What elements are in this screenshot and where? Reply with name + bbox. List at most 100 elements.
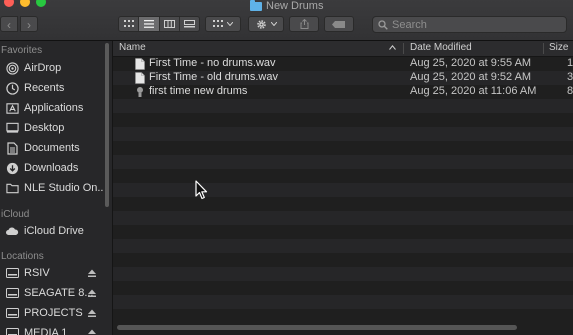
airdrop-icon (5, 61, 19, 75)
eject-icon[interactable] (87, 328, 97, 335)
sidebar-item-desktop[interactable]: Desktop (5, 119, 103, 137)
table-row[interactable]: First Time - no drums.wav Aug 25, 2020 a… (113, 57, 573, 71)
file-name: First Time - no drums.wav (149, 57, 276, 69)
desktop-icon (5, 121, 19, 135)
sidebar-item-airdrop[interactable]: AirDrop (5, 59, 103, 77)
chevron-down-icon (227, 22, 233, 26)
sidebar-item-label: Recents (24, 82, 65, 94)
empty-row (113, 309, 573, 323)
file-date: Aug 25, 2020 at 9:52 AM (410, 71, 532, 83)
empty-row (113, 295, 573, 309)
icon-view-button[interactable] (119, 17, 140, 31)
minimize-button[interactable] (20, 0, 30, 7)
empty-row (113, 183, 573, 197)
gallery-view-icon (183, 20, 195, 28)
sidebar-item-applications[interactable]: Applications (5, 99, 103, 117)
group-by-button[interactable] (205, 16, 241, 32)
empty-row (113, 225, 573, 239)
drive-icon (5, 326, 19, 335)
zoom-button[interactable] (36, 0, 46, 7)
folder-icon (250, 0, 262, 11)
horizontal-scrollbar[interactable] (117, 325, 517, 330)
file-size: 3 (567, 71, 573, 83)
column-name[interactable]: Name (119, 42, 146, 53)
empty-row (113, 99, 573, 113)
sidebar-item-label: AirDrop (24, 62, 62, 74)
sidebar-item-label: NLE Studio On... (24, 182, 103, 194)
window-title-text: New Drums (266, 0, 324, 12)
chevron-left-icon: ‹ (7, 18, 11, 32)
sidebar-section-locations: Locations (1, 251, 44, 262)
file-date: Aug 25, 2020 at 11:06 AM (410, 85, 537, 97)
file-date: Aug 25, 2020 at 9:55 AM (410, 57, 532, 69)
eject-icon[interactable] (87, 268, 97, 278)
sidebar-scrollbar[interactable] (105, 43, 109, 207)
audio-file-icon (135, 72, 145, 84)
sidebar-item-label: RSIV (24, 267, 50, 279)
sidebar-item-label: Applications (24, 102, 84, 114)
toolbar: New Drums ‹ › (0, 0, 573, 41)
sidebar-item-recents[interactable]: Recents (5, 79, 103, 97)
empty-row (113, 113, 573, 127)
sidebar-item-label: PROJECTS (24, 307, 83, 319)
list-view-button[interactable] (139, 17, 160, 31)
empty-row (113, 281, 573, 295)
column-size[interactable]: Size (549, 42, 568, 53)
sidebar-item-label: iCloud Drive (24, 225, 84, 237)
view-mode-control (118, 16, 200, 32)
tags-button[interactable] (324, 16, 354, 32)
chevron-down-icon (270, 22, 277, 26)
empty-row (113, 155, 573, 169)
sidebar-item-downloads[interactable]: Downloads (5, 159, 103, 177)
column-date-modified[interactable]: Date Modified (410, 42, 472, 53)
table-row[interactable]: First Time - old drums.wav Aug 25, 2020 … (113, 71, 573, 85)
file-rows: First Time - no drums.wav Aug 25, 2020 a… (113, 57, 573, 323)
share-button[interactable] (289, 16, 319, 32)
drive-icon (5, 266, 19, 280)
sidebar-item-label: SEAGATE 8... (24, 287, 94, 299)
audio-file-icon (135, 58, 145, 70)
gallery-view-button[interactable] (180, 17, 199, 31)
traffic-lights (4, 0, 46, 7)
action-button[interactable] (248, 16, 284, 32)
drive-icon (5, 286, 19, 300)
mouse-cursor-icon (195, 180, 208, 200)
sidebar-item-label: Desktop (24, 122, 65, 134)
column-view-button[interactable] (160, 17, 180, 31)
forward-button[interactable]: › (20, 16, 38, 32)
applications-icon (5, 101, 19, 115)
sidebar-section-icloud: iCloud (1, 209, 30, 220)
sidebar: Favorites AirDrop Recents Applications D… (0, 41, 113, 335)
file-size: 1 (567, 57, 573, 69)
cloud-icon (5, 224, 19, 238)
column-separator[interactable] (543, 43, 544, 54)
share-icon (300, 19, 308, 29)
icon-view-icon (123, 20, 134, 27)
tag-icon (332, 20, 345, 28)
sidebar-section-favorites: Favorites (1, 45, 43, 56)
clock-icon (5, 81, 19, 95)
sidebar-item-icloud-drive[interactable]: iCloud Drive (5, 222, 103, 240)
empty-row (113, 267, 573, 281)
close-button[interactable] (4, 0, 14, 7)
file-list: Name Date Modified Size First Time - no … (113, 41, 573, 335)
file-name: First Time - old drums.wav (149, 71, 278, 83)
back-button[interactable]: ‹ (0, 16, 18, 32)
drive-icon (5, 306, 19, 320)
empty-row (113, 141, 573, 155)
eject-icon[interactable] (87, 288, 97, 298)
gear-icon (256, 19, 266, 29)
table-row[interactable]: first time new drums Aug 25, 2020 at 11:… (113, 85, 573, 99)
grid-icon (213, 20, 223, 27)
column-separator[interactable] (403, 43, 404, 54)
sidebar-item-nle-studio[interactable]: NLE Studio On... (5, 179, 103, 197)
chevron-right-icon: › (27, 18, 31, 32)
search-input[interactable] (392, 18, 562, 31)
eject-icon[interactable] (87, 308, 97, 318)
empty-row (113, 127, 573, 141)
sidebar-item-label: Downloads (24, 162, 79, 174)
search-field[interactable] (372, 16, 567, 33)
window-title: New Drums (250, 0, 323, 13)
sidebar-item-documents[interactable]: Documents (5, 139, 103, 157)
download-icon (5, 161, 19, 175)
